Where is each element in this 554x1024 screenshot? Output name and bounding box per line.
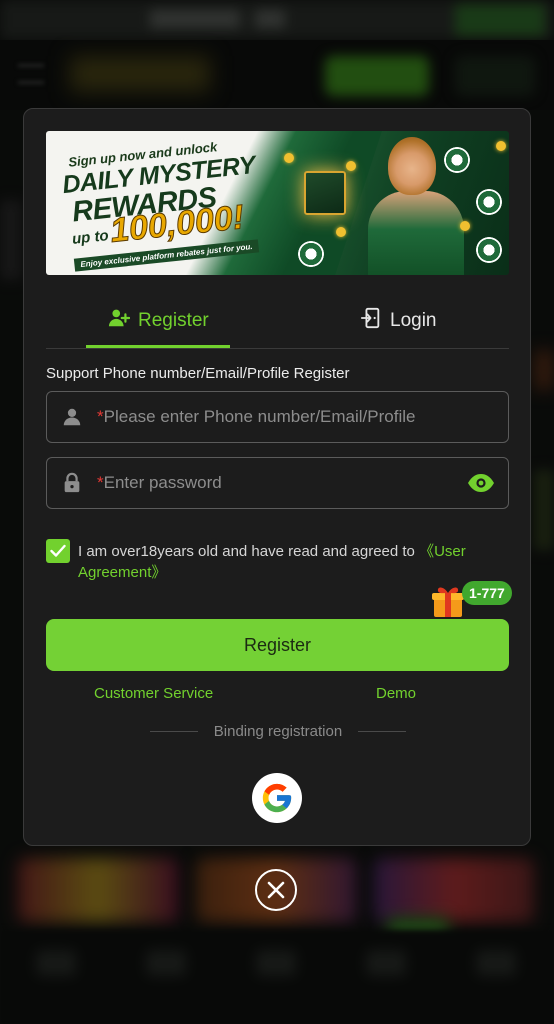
- password-input[interactable]: [103, 458, 454, 508]
- tab-active-indicator: [86, 345, 230, 348]
- casino-chip-icon: [298, 241, 324, 267]
- tab-register[interactable]: Register: [108, 293, 230, 349]
- register-modal: Sign up now and unlock DAILY MYSTERY REW…: [23, 108, 531, 846]
- casino-chip-icon: [444, 147, 470, 173]
- tab-login-label: Login: [390, 310, 437, 331]
- agreement-text: I am over18years old and have read and a…: [78, 541, 506, 583]
- casino-chip-icon: [476, 189, 502, 215]
- register-button[interactable]: Register: [46, 619, 509, 671]
- required-mark: *: [97, 473, 104, 492]
- support-label: Support Phone number/Email/Profile Regis…: [46, 365, 350, 382]
- customer-service-link[interactable]: Customer Service: [94, 685, 213, 702]
- gift-icon: [430, 583, 466, 619]
- divider: [358, 731, 407, 732]
- demo-link[interactable]: Demo: [376, 685, 416, 702]
- binding-registration: Binding registration: [24, 723, 532, 740]
- tab-register-label: Register: [138, 310, 209, 331]
- promo-banner: Sign up now and unlock DAILY MYSTERY REW…: [46, 131, 509, 275]
- add-user-icon: [108, 307, 131, 335]
- casino-chip-icon: [476, 237, 502, 263]
- check-icon: [50, 544, 66, 557]
- banner-line4: up to: [71, 227, 110, 248]
- agree-checkbox[interactable]: [46, 539, 70, 563]
- agreement-statement: I am over18years old and have read and a…: [78, 543, 415, 560]
- account-input[interactable]: [103, 392, 508, 442]
- model-image: [368, 191, 464, 275]
- google-signin-button[interactable]: [252, 773, 302, 823]
- auth-tabs: Register Login: [46, 293, 509, 349]
- login-door-icon: [360, 307, 382, 335]
- google-icon: [262, 783, 292, 813]
- required-mark: *: [97, 407, 104, 426]
- user-icon: [47, 406, 97, 428]
- eye-icon[interactable]: [454, 473, 508, 493]
- account-field[interactable]: *: [46, 391, 509, 443]
- password-field[interactable]: *: [46, 457, 509, 509]
- close-icon: [267, 881, 285, 899]
- binding-label: Binding registration: [213, 723, 343, 740]
- gift-box-image: [304, 171, 346, 215]
- divider: [149, 731, 198, 732]
- close-button[interactable]: [255, 869, 297, 911]
- tab-login[interactable]: Login: [360, 293, 437, 349]
- lock-icon: [47, 472, 97, 494]
- bonus-badge: 1-777: [462, 581, 512, 605]
